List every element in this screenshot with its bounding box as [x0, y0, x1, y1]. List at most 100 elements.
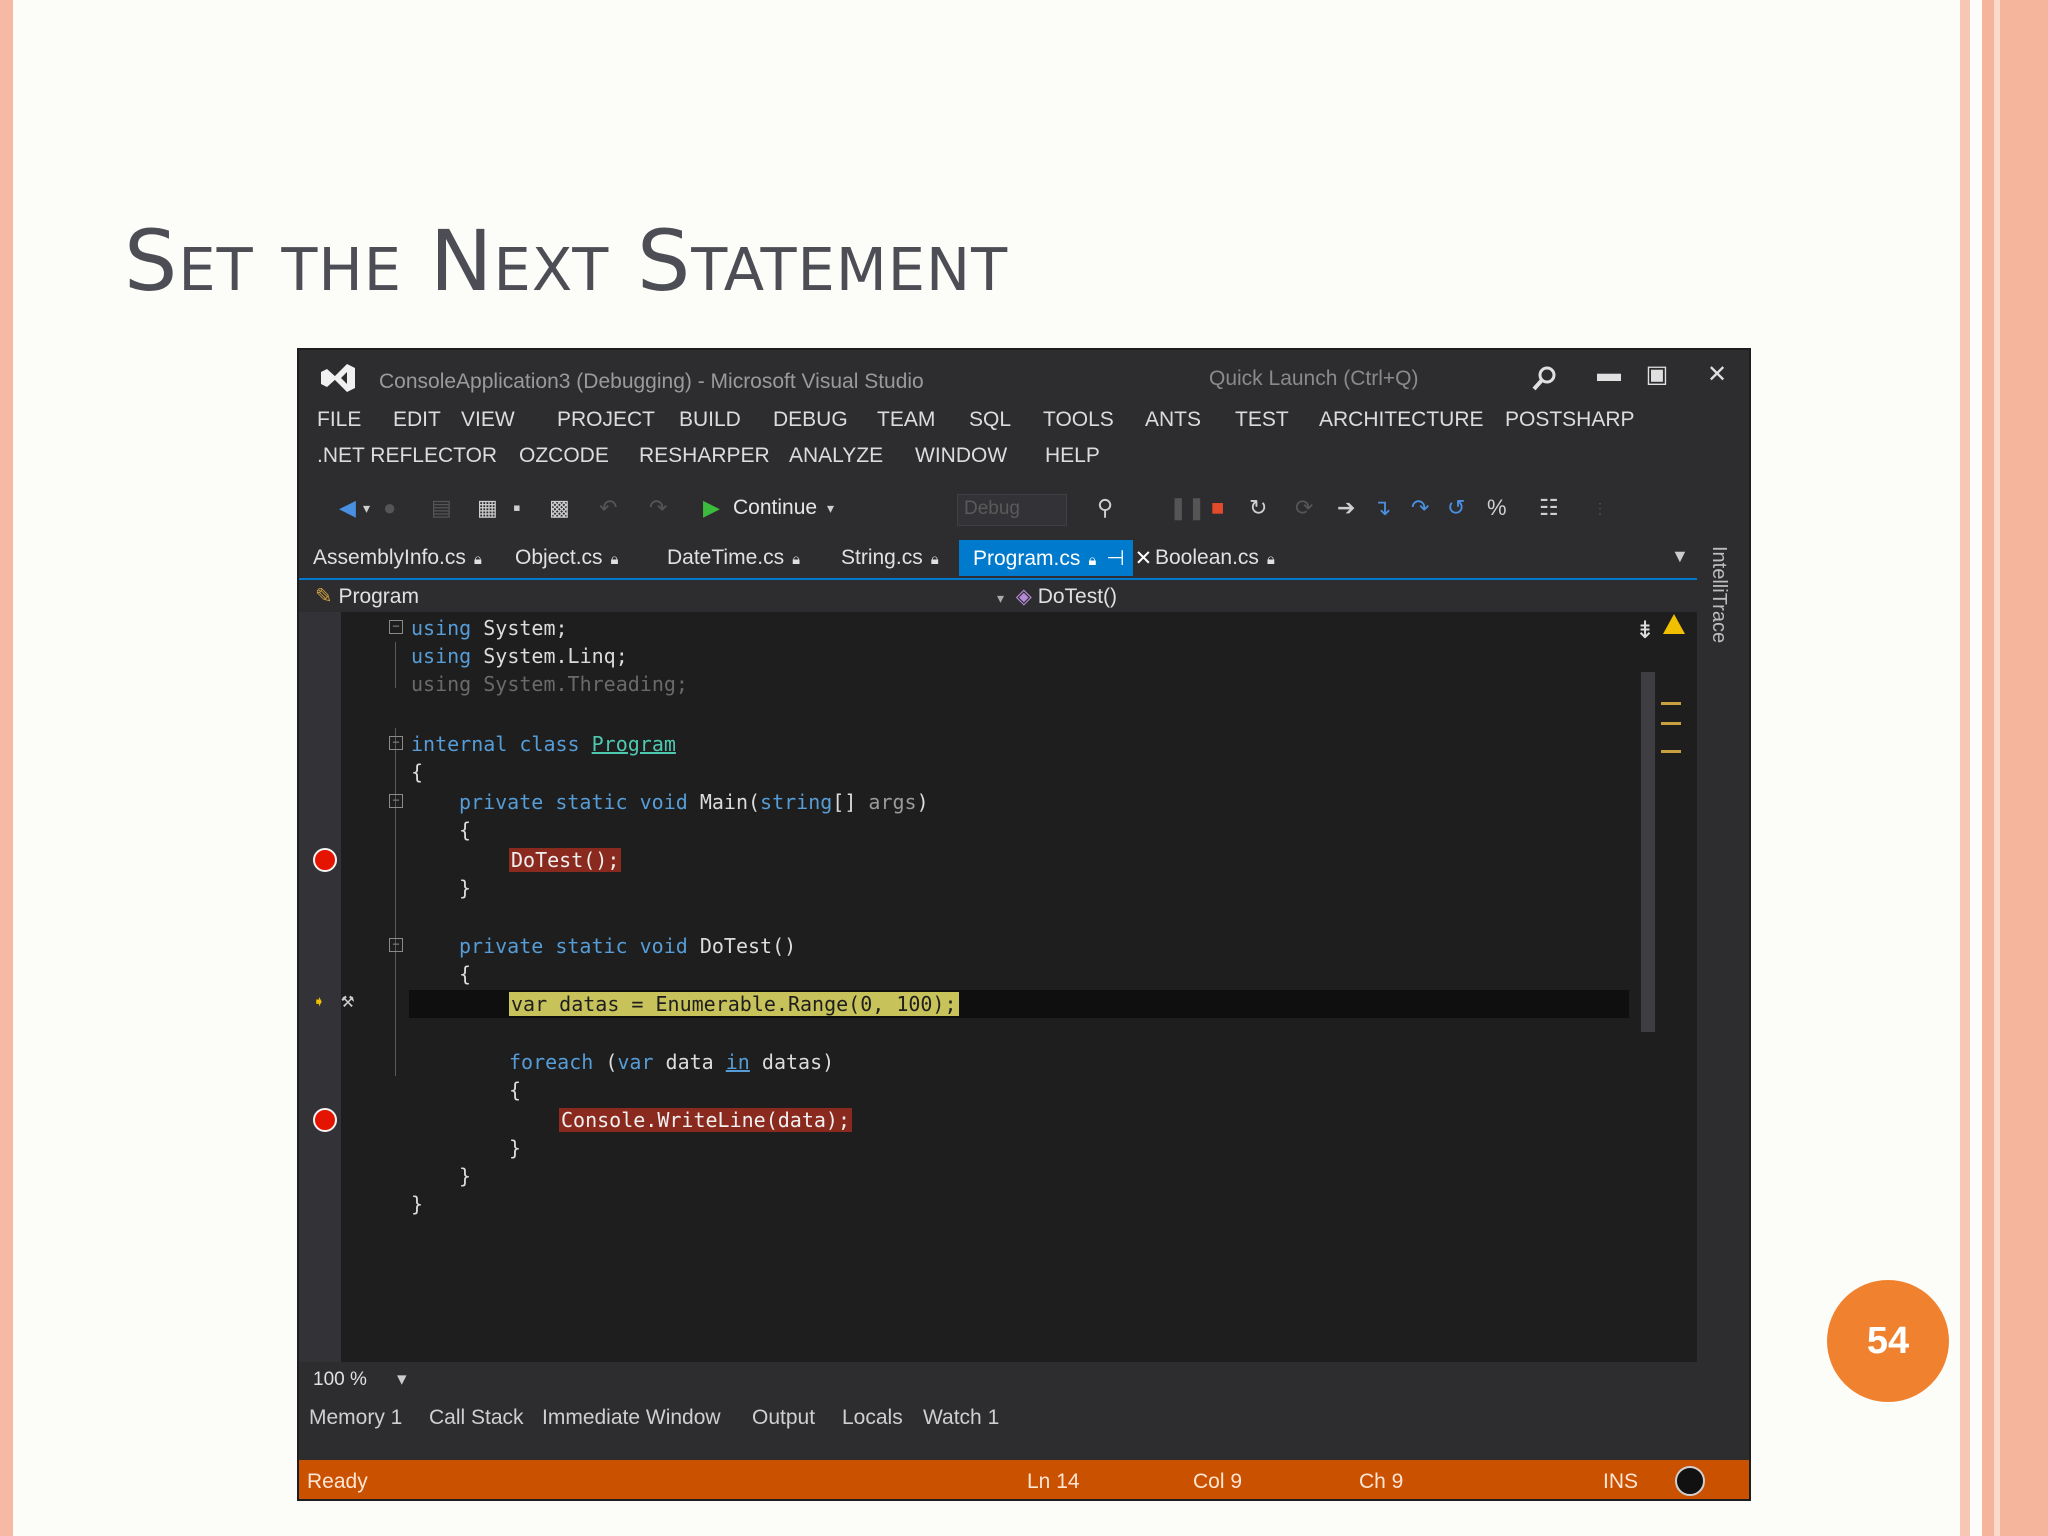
maximize-icon[interactable]: ▣ [1637, 360, 1677, 394]
slide-right-band [1982, 0, 2048, 1536]
title-bar: ConsoleApplication3 (Debugging) - Micros… [299, 350, 1749, 394]
tab-output[interactable]: Output [752, 1406, 815, 1430]
code-line: foreach (var data in datas) [509, 1050, 835, 1074]
minimize-icon[interactable]: ▬ [1589, 360, 1629, 394]
scrollbar-marker [1661, 750, 1681, 753]
tab-overflow-icon[interactable]: ▼ [1671, 546, 1691, 566]
tab-locals[interactable]: Locals [842, 1406, 903, 1430]
lock-icon: 🔒︎ [610, 551, 619, 568]
lock-icon: 🔒︎ [473, 551, 482, 568]
chevron-down-icon[interactable]: ▾ [397, 1368, 407, 1391]
tab-watch-1[interactable]: Watch 1 [923, 1406, 999, 1430]
tab-assemblyinfo[interactable]: AssemblyInfo.cs 🔒︎ [299, 540, 496, 576]
continue-dropdown-icon[interactable]: ▾ [827, 492, 834, 524]
navigation-bar: ✎ Program ▾ ◈ DoTest() [299, 578, 1697, 612]
menu-architecture[interactable]: ARCHITECTURE [1319, 408, 1484, 432]
menu-view[interactable]: VIEW [461, 408, 515, 432]
lock-icon: 🔒︎ [792, 551, 801, 568]
toolbar: ◀ ▾ ● ▤ ▦ ▪ ▩ ↶ ↷ ▶ Continue ▾ Debug ⚲ ❚… [299, 486, 1749, 532]
undo-icon[interactable]: ↶ [599, 492, 617, 524]
status-line: Ln 14 [1027, 1470, 1080, 1493]
new-project-icon[interactable]: ▤ [431, 492, 452, 524]
back-icon[interactable]: ◀ [339, 492, 356, 524]
warning-icon[interactable] [1663, 614, 1685, 634]
menu-help[interactable]: HELP [1045, 444, 1100, 468]
stop-debugging-icon[interactable]: ■ [1211, 492, 1224, 524]
scrollbar-marker [1661, 702, 1681, 705]
menu-ozcode[interactable]: OZCODE [519, 444, 609, 468]
tab-program[interactable]: Program.cs 🔒︎ ⊣ ✕ [959, 540, 1152, 576]
find-in-files-icon[interactable]: ⚲ [1097, 492, 1113, 524]
class-name: Program [338, 585, 419, 608]
member-dropdown[interactable]: ▾ ◈ DoTest() [997, 584, 1117, 609]
solution-config-select[interactable]: Debug [957, 494, 1067, 526]
tab-boolean[interactable]: Boolean.cs 🔒︎ [1141, 540, 1289, 576]
status-text: Ready [307, 1470, 368, 1493]
pin-icon[interactable]: ⊣ [1106, 547, 1124, 570]
open-file-icon[interactable]: ▦ [477, 492, 498, 524]
continue-button[interactable]: Continue [733, 492, 817, 524]
status-column: Col 9 [1193, 1470, 1243, 1493]
menu-ants[interactable]: ANTS [1145, 408, 1201, 432]
menu-sql[interactable]: SQL [969, 408, 1011, 432]
menu-team[interactable]: TEAM [877, 408, 935, 432]
tab-label: String.cs [841, 546, 923, 569]
step-over-icon[interactable]: ↷ [1411, 492, 1429, 524]
menu-debug[interactable]: DEBUG [773, 408, 848, 432]
step-into-icon[interactable]: ↴ [1373, 492, 1391, 524]
visual-studio-window: ConsoleApplication3 (Debugging) - Micros… [297, 348, 1751, 1501]
quick-launch-input[interactable]: Quick Launch (Ctrl+Q) [1209, 367, 1479, 397]
apply-code-changes-icon[interactable]: ⟳ [1295, 492, 1313, 524]
menu-edit[interactable]: EDIT [393, 408, 441, 432]
tab-label: DateTime.cs [667, 546, 785, 569]
break-all-icon[interactable]: ❚❚ [1169, 492, 1206, 524]
tab-label: Program.cs [973, 547, 1081, 570]
notification-icon[interactable] [1675, 1466, 1705, 1496]
tab-string[interactable]: String.cs 🔒︎ [827, 540, 953, 576]
lock-icon: 🔒︎ [1266, 551, 1275, 568]
search-icon[interactable] [1529, 364, 1559, 394]
intellitrace-panel-tab[interactable] [1699, 540, 1747, 1280]
redo-icon[interactable]: ↷ [649, 492, 667, 524]
tab-memory-1[interactable]: Memory 1 [309, 1406, 402, 1430]
save-icon[interactable]: ▪ [513, 492, 521, 524]
zoom-level[interactable]: 100 % [313, 1369, 367, 1391]
code-line: } [509, 1136, 522, 1160]
class-dropdown[interactable]: ✎ Program [315, 584, 419, 609]
back-dropdown-icon[interactable]: ▾ [363, 492, 370, 524]
toolbar-overflow-icon[interactable]: ⋮ [1593, 492, 1607, 524]
menu-net-reflector[interactable]: .NET REFLECTOR [317, 444, 497, 468]
menu-project[interactable]: PROJECT [557, 408, 655, 432]
menu-window[interactable]: WINDOW [915, 444, 1007, 468]
menu-tools[interactable]: TOOLS [1043, 408, 1114, 432]
tab-call-stack[interactable]: Call Stack [429, 1406, 524, 1430]
step-out-icon[interactable]: ↺ [1447, 492, 1465, 524]
tab-immediate-window[interactable]: Immediate Window [542, 1406, 721, 1430]
menu-analyze[interactable]: ANALYZE [789, 444, 883, 468]
tab-object[interactable]: Object.cs 🔒︎ [501, 540, 633, 576]
tab-datetime[interactable]: DateTime.cs 🔒︎ [653, 540, 814, 576]
tab-label: Boolean.cs [1155, 546, 1259, 569]
menu-build[interactable]: BUILD [679, 408, 741, 432]
menu-resharper[interactable]: RESHARPER [639, 444, 770, 468]
forward-icon[interactable]: ● [383, 492, 396, 524]
menu-test[interactable]: TEST [1235, 408, 1289, 432]
code-editor[interactable]: − using System; using System.Linq; using… [299, 612, 1697, 1362]
close-icon[interactable]: ✕ [1697, 360, 1737, 394]
scrollbar-thumb[interactable] [1641, 672, 1655, 1032]
hex-display-icon[interactable]: % [1487, 492, 1507, 524]
menu-file[interactable]: FILE [317, 408, 361, 432]
save-all-icon[interactable]: ▩ [549, 492, 570, 524]
continue-icon[interactable]: ▶ [703, 492, 720, 524]
tool-window-tabs: Memory 1 Call Stack Immediate Window Out… [299, 1400, 1749, 1440]
code-line: { [459, 818, 472, 842]
method-icon: ◈ [1015, 585, 1032, 608]
lock-icon: 🔒︎ [1088, 552, 1097, 569]
restart-icon[interactable]: ↻ [1249, 492, 1267, 524]
menu-postsharp[interactable]: POSTSHARP [1505, 408, 1635, 432]
split-window-icon[interactable]: ⇟ [1635, 616, 1655, 645]
visual-studio-logo-icon [321, 364, 355, 392]
code-line: using System.Linq; [411, 644, 628, 668]
show-next-statement-icon[interactable]: ➔ [1337, 492, 1355, 524]
threads-icon[interactable]: ☷ [1539, 492, 1559, 524]
